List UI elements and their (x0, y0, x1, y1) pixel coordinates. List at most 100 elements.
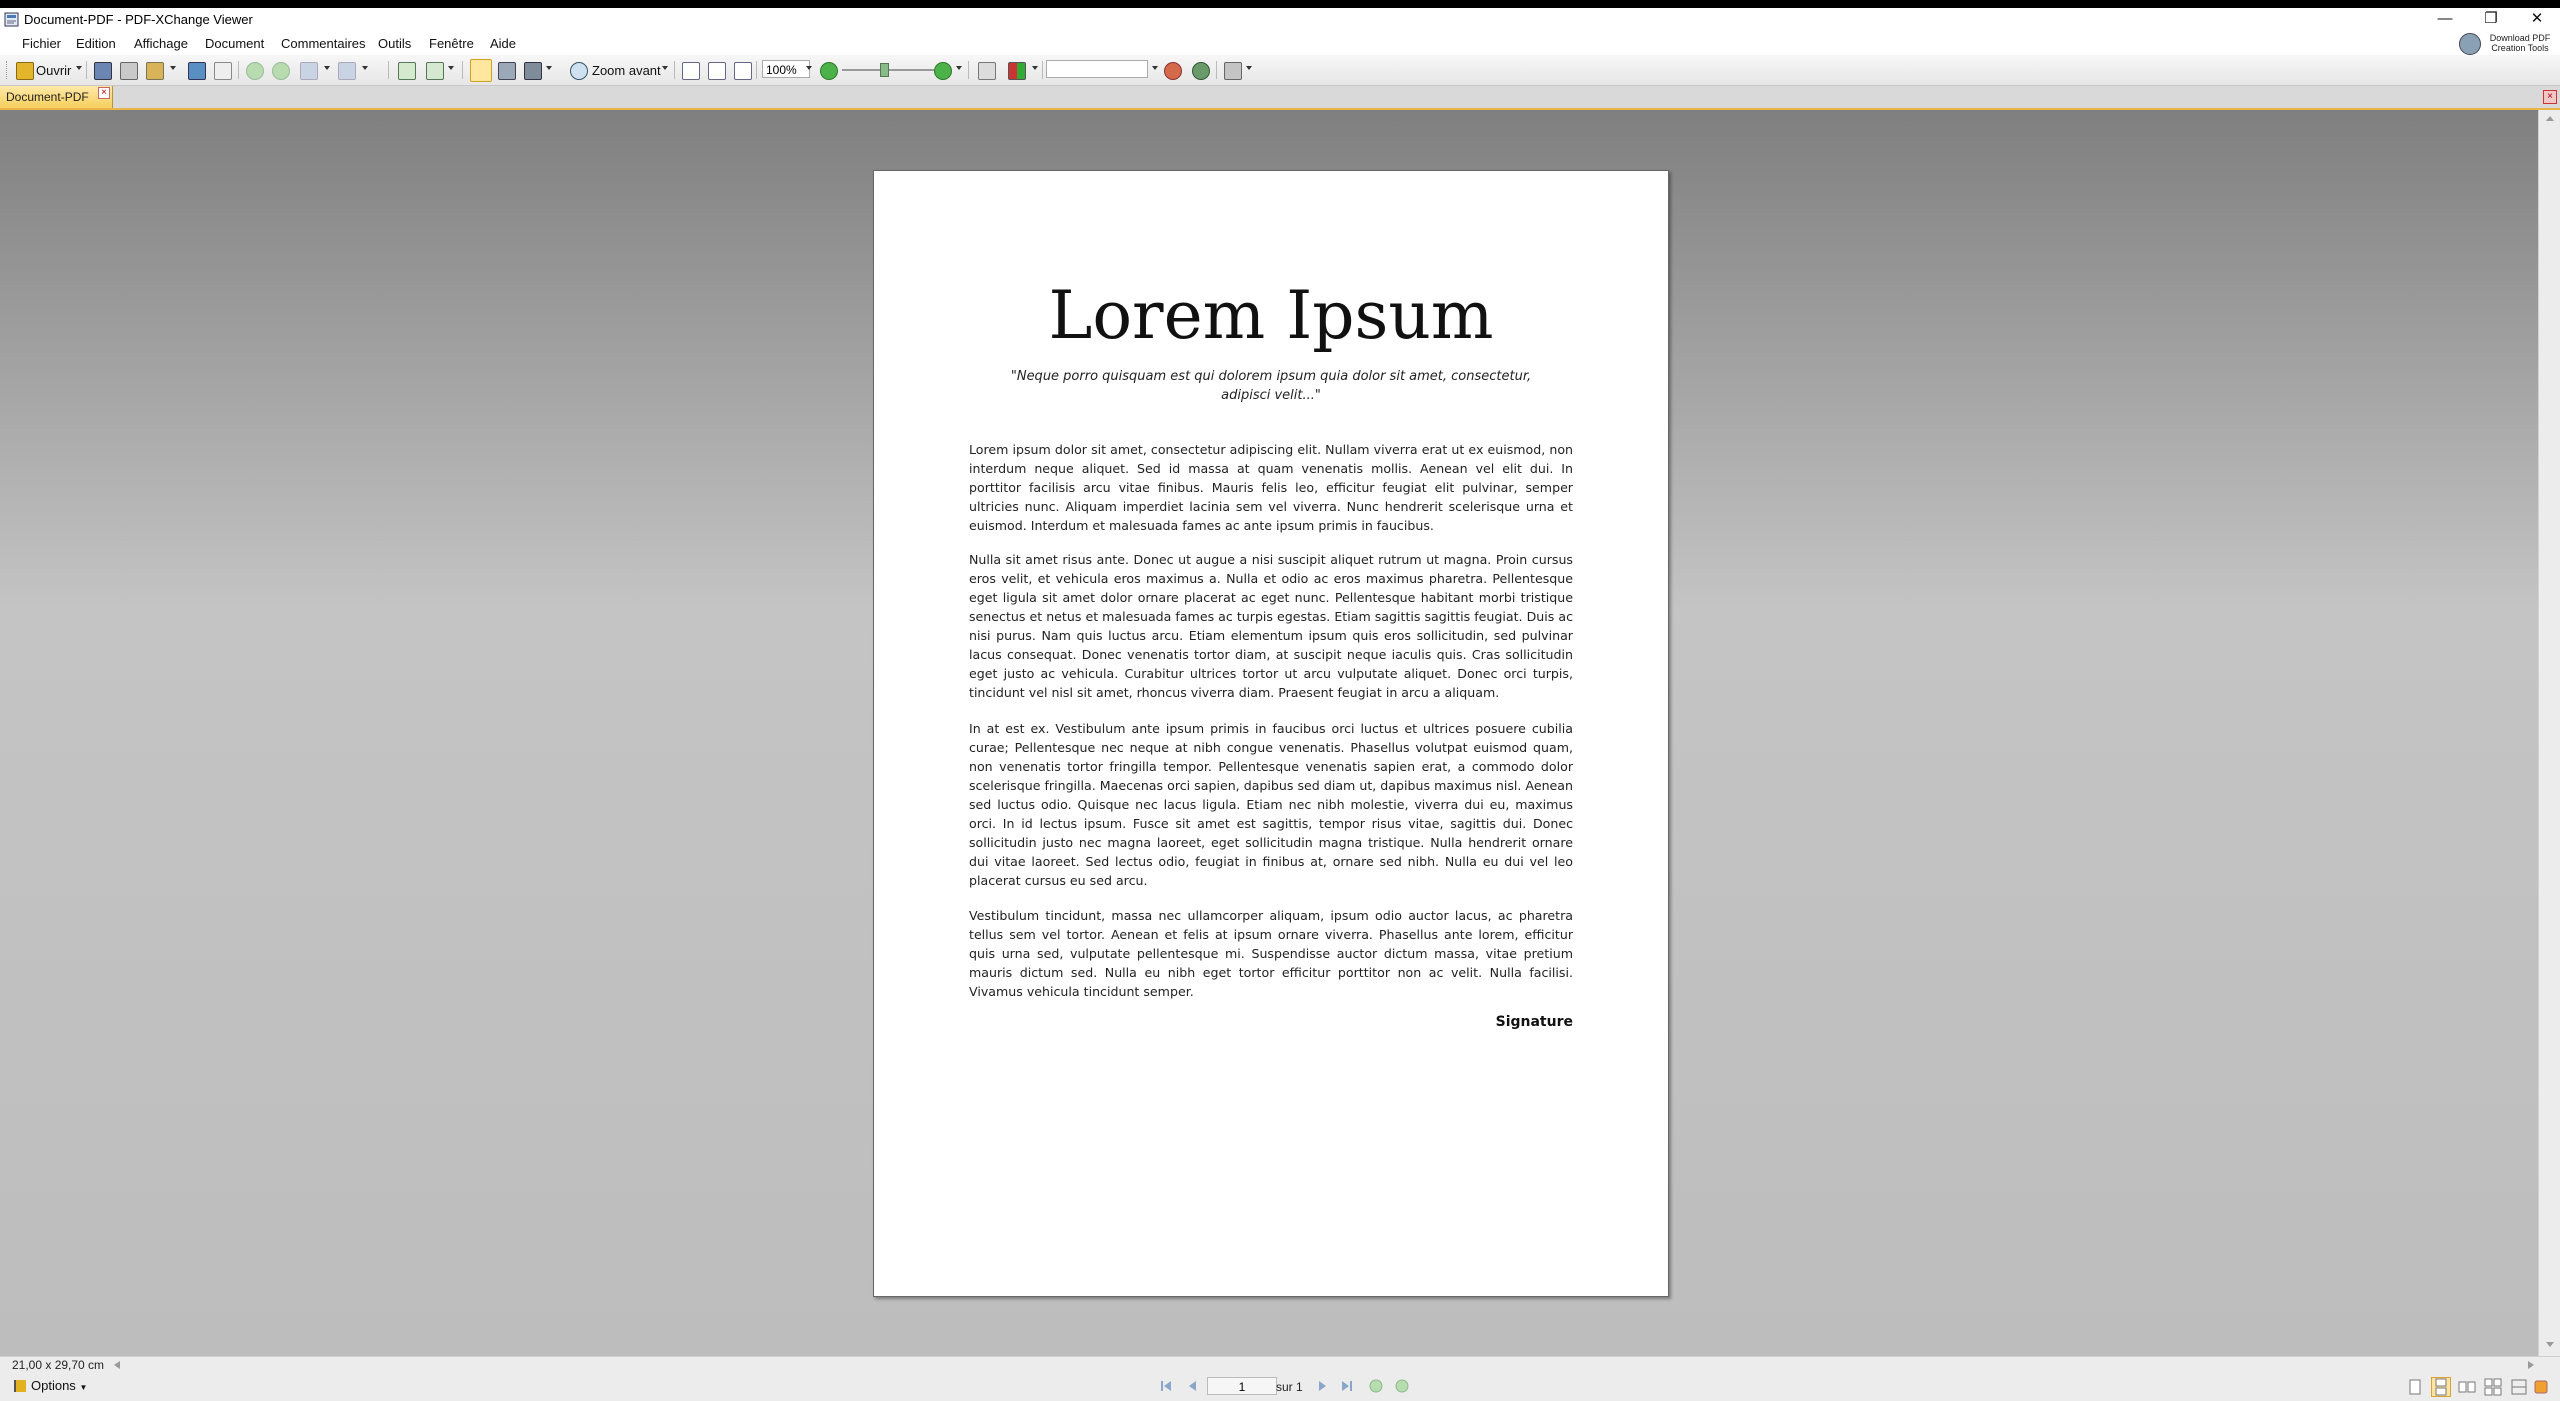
ocr-icon[interactable] (214, 62, 232, 80)
zoom-slider-thumb[interactable] (880, 63, 889, 77)
actual-size-icon[interactable] (682, 62, 700, 80)
select-text-icon[interactable] (498, 62, 516, 80)
current-page-field[interactable]: 1 (1207, 1377, 1277, 1395)
search-icon[interactable] (1192, 62, 1210, 80)
undo-icon[interactable] (300, 62, 318, 80)
zoom-out-icon[interactable] (820, 62, 838, 80)
redo-dropdown-arrow[interactable] (362, 66, 368, 70)
split-view-icon[interactable] (2509, 1377, 2529, 1397)
zoom-dropdown-arrow[interactable] (956, 66, 962, 70)
scroll-up-arrow[interactable] (2546, 116, 2554, 121)
find-icon[interactable] (1164, 62, 1182, 80)
document-title: Lorem Ipsum (1048, 277, 1494, 354)
tools-icon[interactable] (1256, 62, 1262, 78)
menu-document[interactable]: Document (205, 36, 264, 51)
menu-edition[interactable]: Edition (76, 36, 116, 51)
zoom-in-dropdown-arrow[interactable] (662, 66, 668, 70)
options-label: Options (31, 1378, 76, 1393)
first-page-icon[interactable] (1159, 1379, 1173, 1393)
undo-dropdown-arrow[interactable] (324, 66, 330, 70)
open-icon[interactable] (16, 62, 34, 80)
document-tab-strip: Document-PDF × × (0, 86, 2560, 110)
rotate-right-icon[interactable] (426, 62, 444, 80)
facing-view-icon[interactable] (2457, 1377, 2477, 1397)
open-dropdown-arrow[interactable] (76, 66, 82, 70)
forward-icon[interactable] (272, 62, 290, 80)
paragraph-4: Vestibulum tincidunt, massa nec ullamcor… (969, 908, 1573, 999)
scroll-down-arrow[interactable] (2546, 1342, 2554, 1347)
tab-document-pdf[interactable]: Document-PDF × (0, 86, 113, 108)
flag-icon (14, 1380, 26, 1392)
history-forward-icon[interactable] (1395, 1379, 1409, 1393)
scroll-right-arrow[interactable] (2528, 1361, 2534, 1369)
zoom-level-dropdown-arrow[interactable] (806, 66, 812, 70)
download-label: Download PDF Creation Tools (2485, 33, 2555, 53)
menu-fenetre[interactable]: Fenêtre (429, 36, 474, 51)
vertical-scrollbar[interactable] (2538, 110, 2560, 1356)
menu-fichier[interactable]: Fichier (22, 36, 61, 51)
highlight-icon[interactable] (1008, 62, 1026, 80)
fit-width-icon[interactable] (734, 62, 752, 80)
toolbar-separator (674, 61, 675, 79)
snapshot-dropdown-arrow[interactable] (546, 66, 552, 70)
highlight-dropdown-arrow[interactable] (1032, 66, 1038, 70)
paragraph-1: Lorem ipsum dolor sit amet, consectetur … (969, 442, 1573, 533)
signature: Signature (1495, 1014, 1573, 1030)
fit-page-icon[interactable] (708, 62, 726, 80)
last-page-icon[interactable] (1340, 1379, 1354, 1393)
stamp-icon[interactable] (1224, 62, 1242, 80)
menu-commentaires[interactable]: Commentaires (281, 36, 366, 51)
tab-label: Document-PDF (6, 90, 89, 104)
page-count-label: sur 1 (1276, 1380, 1303, 1394)
toolbar-separator (462, 61, 463, 79)
history-back-icon[interactable] (1369, 1379, 1383, 1393)
next-page-icon[interactable] (1316, 1379, 1330, 1393)
print-icon[interactable] (120, 62, 138, 80)
snapshot-icon[interactable] (524, 62, 542, 80)
open-button-label[interactable]: Ouvrir (36, 63, 71, 78)
close-window-button[interactable]: ✕ (2514, 8, 2560, 31)
toolbar-grip[interactable] (6, 61, 10, 79)
options-button[interactable]: Options ▼ (14, 1378, 87, 1393)
zoom-in-button-label[interactable]: Zoom avant (592, 63, 661, 78)
search-dropdown-arrow[interactable] (1152, 66, 1158, 70)
save-icon[interactable] (94, 62, 112, 80)
document-quote: "Neque porro quisquam est qui dolorem ip… (1010, 369, 1532, 403)
download-label-line2: Creation Tools (2491, 43, 2549, 53)
continuous-view-icon[interactable] (2431, 1377, 2451, 1397)
zoom-in-icon[interactable] (934, 62, 952, 80)
rotate-dropdown-arrow[interactable] (448, 66, 454, 70)
search-input[interactable] (1046, 60, 1148, 78)
settings-icon[interactable] (2531, 1377, 2551, 1397)
paragraph-2: Nulla sit amet risus ante. Donec ut augu… (969, 552, 1573, 700)
close-document-icon[interactable]: × (2543, 90, 2557, 104)
download-creation-tools-button[interactable]: Download PDF Creation Tools (2455, 31, 2557, 55)
scan-icon[interactable] (188, 62, 206, 80)
menu-aide[interactable]: Aide (490, 36, 516, 51)
status-bar: 21,00 x 29,70 cm Options ▼ 1 sur 1 (0, 1356, 2560, 1401)
hand-tool-icon[interactable] (470, 59, 492, 82)
scroll-left-arrow[interactable] (114, 1361, 120, 1369)
stamp-dropdown-arrow[interactable] (1246, 66, 1252, 70)
minimize-button[interactable]: — (2422, 8, 2468, 31)
toolbar-separator (86, 61, 87, 79)
email-dropdown-arrow[interactable] (170, 66, 176, 70)
download-label-line1: Download PDF (2489, 33, 2551, 43)
email-icon[interactable] (146, 62, 164, 80)
app-icon (4, 12, 19, 27)
menu-outils[interactable]: Outils (378, 36, 411, 51)
tab-close-icon[interactable]: × (98, 87, 110, 99)
pdf-page: Lorem Ipsum "Neque porro quisquam est qu… (873, 170, 1669, 1297)
zoom-icon[interactable] (570, 62, 588, 80)
back-icon[interactable] (246, 62, 264, 80)
single-page-view-icon[interactable] (2405, 1377, 2425, 1397)
zoom-level-field[interactable]: 100% (762, 60, 810, 78)
menu-affichage[interactable]: Affichage (134, 36, 188, 51)
previous-page-icon[interactable] (1185, 1379, 1199, 1393)
redo-icon[interactable] (338, 62, 356, 80)
typewriter-icon[interactable] (978, 62, 996, 80)
rotate-left-icon[interactable] (398, 62, 416, 80)
restore-button[interactable]: ❐ (2468, 8, 2514, 31)
continuous-facing-view-icon[interactable] (2483, 1377, 2503, 1397)
toolbar-separator (388, 61, 389, 79)
